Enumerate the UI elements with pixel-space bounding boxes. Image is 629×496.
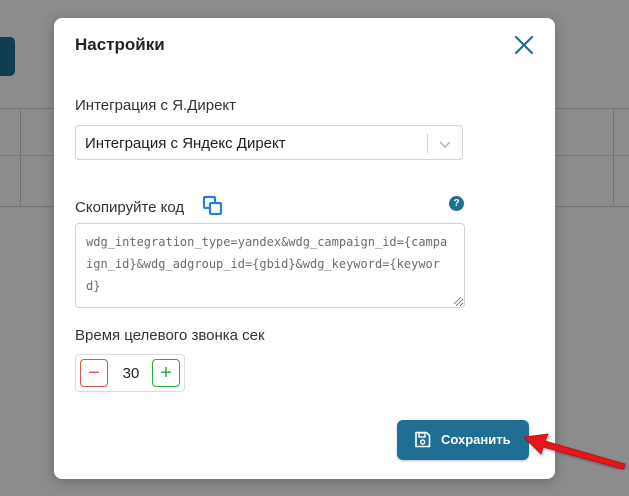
- copy-icon[interactable]: [202, 195, 224, 217]
- copy-code-label: Скопируйте код: [75, 199, 185, 216]
- help-icon[interactable]: ?: [449, 196, 464, 211]
- target-call-label: Время целевого звонка сек: [75, 327, 265, 344]
- floppy-disk-icon: [415, 431, 431, 448]
- close-icon[interactable]: [512, 33, 536, 57]
- save-button-label: Сохранить: [441, 432, 511, 447]
- decrement-button[interactable]: −: [80, 359, 108, 387]
- settings-modal: Настройки Интеграция с Я.Директ Интеграц…: [54, 18, 555, 479]
- annotation-arrow-icon: [523, 433, 626, 470]
- increment-button[interactable]: +: [152, 359, 180, 387]
- target-call-stepper: − 30 +: [75, 354, 185, 392]
- select-separator: [427, 134, 428, 153]
- integration-select[interactable]: Интеграция с Яндекс Директ: [75, 125, 463, 160]
- modal-title: Настройки: [75, 35, 165, 54]
- target-call-value[interactable]: 30: [114, 365, 148, 382]
- code-textarea[interactable]: wdg_integration_type=yandex&wdg_campaign…: [75, 223, 465, 308]
- save-button[interactable]: Сохранить: [397, 420, 529, 460]
- chevron-down-icon[interactable]: [438, 137, 452, 151]
- integration-label: Интеграция с Я.Директ: [75, 97, 237, 114]
- resize-handle-icon[interactable]: [453, 296, 462, 305]
- integration-select-value: Интеграция с Яндекс Директ: [85, 135, 286, 152]
